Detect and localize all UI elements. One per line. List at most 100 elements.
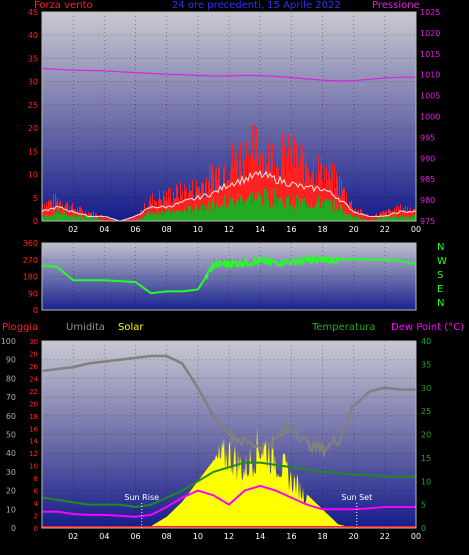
wind-x-tick-label: 08 xyxy=(162,225,172,234)
wind-y-tick-label: 35 xyxy=(28,54,38,63)
compass-label-n-bottom: N xyxy=(437,298,445,309)
rain-title: Pioggia xyxy=(2,322,39,333)
rain-y-tick-label: 2 xyxy=(34,513,38,521)
pressure-y-tick-label: 1015 xyxy=(420,50,440,59)
rain-y-tick-label: 8 xyxy=(34,475,38,483)
temperature-title: Temperatura xyxy=(312,322,376,333)
rain-y-tick-label: 20 xyxy=(29,400,38,408)
sunset-label: Sun Set xyxy=(341,493,372,502)
wind-y-tick-label: 15 xyxy=(28,147,38,156)
wind-y-tick-label: 20 xyxy=(28,124,38,133)
temperature-y-tick-label: 35 xyxy=(421,360,431,369)
wind-x-tick-label: 10 xyxy=(193,225,203,234)
wind-y-tick-label: 0 xyxy=(33,217,38,226)
rain-y-tick-label: 10 xyxy=(29,463,38,471)
rain-y-tick-label: 12 xyxy=(29,450,38,458)
wind-x-tick-label: 16 xyxy=(286,225,296,234)
compass-label-w: W xyxy=(437,256,447,267)
pressure-y-tick-label: 975 xyxy=(420,217,435,226)
chart-header: 24 ore precedenti, 15 Aprile 2022 xyxy=(172,0,341,11)
wind-x-tick-label: 18 xyxy=(317,225,327,234)
pressure-y-tick-label: 1000 xyxy=(420,113,440,122)
climate-x-tick-label: 12 xyxy=(224,532,234,541)
rain-y-tick-label: 16 xyxy=(29,425,38,433)
temperature-y-tick-label: 25 xyxy=(421,407,431,416)
humidity-y-tick-label: 90 xyxy=(6,356,16,365)
humidity-y-tick-label: 100 xyxy=(1,337,16,346)
compass-label-s: S xyxy=(437,270,444,281)
humidity-title: Umidita xyxy=(66,322,106,333)
climate-x-tick-label: 02 xyxy=(68,532,78,541)
direction-y-tick-label: 0 xyxy=(33,306,38,315)
wind-y-tick-label: 40 xyxy=(28,31,38,40)
climate-x-tick-label: 18 xyxy=(317,532,327,541)
pressure-y-tick-label: 1005 xyxy=(420,92,440,101)
climate-x-tick-label: 20 xyxy=(349,532,359,541)
humidity-y-tick-label: 10 xyxy=(6,505,16,514)
wind-x-tick-label: 06 xyxy=(130,225,140,234)
rain-y-tick-label: 14 xyxy=(29,438,38,446)
rain-y-tick-label: 28 xyxy=(29,350,38,358)
dewpoint-title: Dew Point (°C) xyxy=(391,322,465,333)
climate-x-tick-label: 00 xyxy=(411,532,421,541)
solar-title: Solar xyxy=(118,322,144,333)
rain-y-tick-label: 0 xyxy=(34,525,38,533)
compass-label-e: E xyxy=(437,284,444,295)
pressure-y-tick-label: 990 xyxy=(420,154,435,163)
temperature-y-tick-label: 5 xyxy=(421,501,426,510)
pressure-y-tick-label: 1025 xyxy=(420,8,440,17)
climate-x-tick-label: 14 xyxy=(255,532,265,541)
compass-label-n-top: N xyxy=(437,242,445,253)
sunrise-label: Sun Rise xyxy=(124,493,159,502)
wind-x-tick-label: 04 xyxy=(99,225,109,234)
humidity-y-tick-label: 0 xyxy=(11,524,16,533)
temperature-y-tick-label: 30 xyxy=(421,384,431,393)
climate-x-tick-label: 16 xyxy=(286,532,296,541)
pressure-y-tick-label: 985 xyxy=(420,175,435,184)
wind-y-tick-label: 5 xyxy=(33,194,38,203)
humidity-y-tick-label: 30 xyxy=(6,468,16,477)
humidity-y-tick-label: 80 xyxy=(6,374,16,383)
wind-x-tick-label: 02 xyxy=(68,225,78,234)
weather-charts: 02 04 06 08 10 12 14 16 18 20 22 000510152025303540… xyxy=(1,8,441,541)
climate-x-tick-label: 06 xyxy=(130,532,140,541)
climate-x-tick-label: 08 xyxy=(162,532,172,541)
pressure-y-tick-label: 980 xyxy=(420,196,435,205)
wind-x-tick-label: 22 xyxy=(380,225,390,234)
pressure-y-tick-label: 995 xyxy=(420,133,435,142)
temperature-y-tick-label: 20 xyxy=(421,431,431,440)
humidity-y-tick-label: 50 xyxy=(6,431,16,440)
humidity-y-tick-label: 20 xyxy=(6,487,16,496)
wind-y-tick-label: 25 xyxy=(28,101,38,110)
rain-y-tick-label: 18 xyxy=(29,413,38,421)
wind-y-tick-label: 10 xyxy=(28,171,38,180)
wind-x-tick-label: 12 xyxy=(224,225,234,234)
pressure-y-tick-label: 1010 xyxy=(420,71,440,80)
pressure-title: Pressione xyxy=(372,0,420,11)
direction-y-tick-label: 360 xyxy=(23,239,38,248)
rain-y-tick-label: 4 xyxy=(34,500,39,508)
temperature-y-tick-label: 0 xyxy=(421,524,426,533)
direction-y-tick-label: 180 xyxy=(23,273,38,282)
wind-x-tick-label: 20 xyxy=(349,225,359,234)
humidity-y-tick-label: 40 xyxy=(6,449,16,458)
temperature-y-tick-label: 10 xyxy=(421,477,431,486)
climate-x-tick-label: 04 xyxy=(99,532,109,541)
humidity-y-tick-label: 60 xyxy=(6,412,16,421)
rain-y-tick-label: 30 xyxy=(29,338,38,346)
pressure-y-tick-label: 1020 xyxy=(420,29,440,38)
rain-y-tick-label: 26 xyxy=(29,363,38,371)
wind-title: Forza vento xyxy=(34,0,93,11)
climate-x-tick-label: 10 xyxy=(193,532,203,541)
rain-y-tick-label: 22 xyxy=(29,388,38,396)
climate-x-tick-label: 22 xyxy=(380,532,390,541)
rain-y-tick-label: 6 xyxy=(34,488,39,496)
wind-y-tick-label: 30 xyxy=(28,78,38,87)
humidity-y-tick-label: 70 xyxy=(6,393,16,402)
wind-x-tick-label: 14 xyxy=(255,225,265,234)
wind-x-tick-label: 00 xyxy=(411,225,421,234)
temperature-y-tick-label: 40 xyxy=(421,337,431,346)
rain-y-tick-label: 24 xyxy=(29,375,38,383)
direction-y-tick-label: 90 xyxy=(28,289,38,298)
direction-y-tick-label: 270 xyxy=(23,256,38,265)
